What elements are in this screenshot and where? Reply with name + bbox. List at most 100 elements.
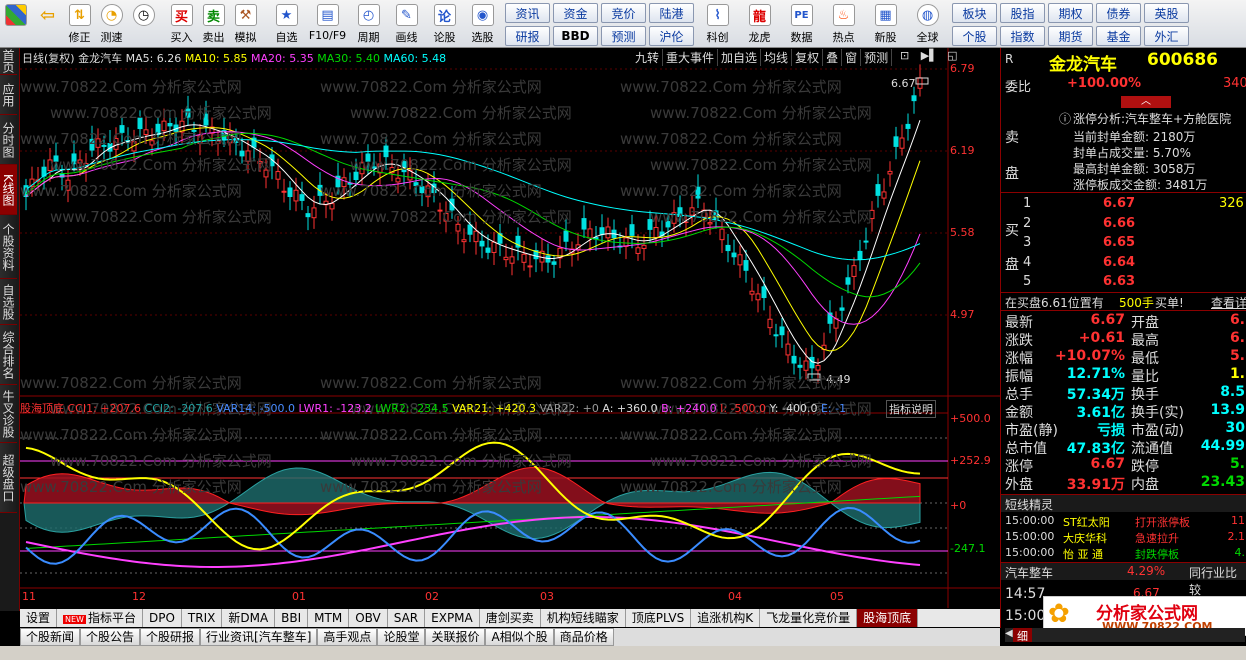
collapse-chevron-icon[interactable]: ︿ — [1121, 96, 1171, 108]
news-tab-3[interactable]: 行业资讯[汽车整车] — [200, 628, 318, 646]
market-btn-2[interactable]: 期权 — [1048, 3, 1093, 23]
left-tab-0[interactable]: 首页 — [0, 48, 17, 75]
market-btn-1[interactable]: 股指 — [1000, 3, 1045, 23]
longhu-button[interactable]: 龍龙虎 — [739, 0, 781, 47]
chart-btn-2[interactable]: 加自选 — [718, 49, 762, 66]
chart-nav-icons[interactable]: ⊡ ▶▌ ◱ — [900, 49, 958, 62]
market-btn-0[interactable]: 板块 — [952, 3, 997, 23]
indicator-tab-0[interactable]: 设置 — [20, 609, 58, 627]
chart-btn-6[interactable]: 窗 — [842, 49, 862, 66]
info-btn-7[interactable]: 沪伦 — [649, 26, 694, 46]
indicator-tab-12[interactable]: 顶底PLVS — [626, 609, 692, 627]
indicator-tab-4[interactable]: 新DMA — [222, 609, 276, 627]
detail-tab[interactable]: 细 — [1013, 628, 1032, 643]
watchlist-button[interactable]: ★ 自选 — [268, 0, 306, 47]
indicator-tab-14[interactable]: 飞龙量化竞价量 — [760, 609, 858, 627]
back-button[interactable]: ⇦ — [32, 0, 64, 47]
left-tab-7[interactable]: 牛叉诊股 — [0, 385, 17, 443]
left-tab-5[interactable]: 自选股 — [0, 279, 17, 325]
global-button[interactable]: ◍ 全球 — [907, 0, 949, 47]
market-btn-3[interactable]: 债券 — [1096, 3, 1141, 23]
news-tab-4[interactable]: 高手观点 — [317, 628, 378, 646]
left-tab-3[interactable]: K线图 — [0, 165, 17, 215]
chart-btn-5[interactable]: 叠 — [823, 49, 843, 66]
left-tab-4[interactable]: 个股资料 — [0, 215, 17, 279]
sector-name[interactable]: 汽车整车 — [1005, 564, 1053, 581]
info-btn-0[interactable]: 资讯 — [505, 3, 550, 23]
info-btn-4[interactable]: 研报 — [505, 26, 550, 46]
market-btn-4[interactable]: 英股 — [1144, 3, 1189, 23]
bid-level-2[interactable]: 2 6.66 — [1001, 216, 1246, 234]
stock-select-button[interactable]: ◉ 选股 — [464, 0, 502, 47]
indicator-tab-5[interactable]: BBI — [275, 609, 309, 627]
market-btn-5[interactable]: 个股 — [952, 26, 997, 46]
sell-button[interactable]: 卖卖出 — [198, 0, 230, 47]
prev-icon[interactable]: ◀ — [1005, 628, 1013, 639]
chart-area[interactable]: 日线(复权) 金龙汽车 MA5: 6.26 MA10: 5.85 MA20: 5… — [20, 48, 1000, 611]
ipo-button[interactable]: ▦ 新股 — [865, 0, 907, 47]
chart-btn-0[interactable]: 九转 — [632, 49, 664, 66]
bid-level-4[interactable]: 4 6.64 — [1001, 255, 1246, 273]
info-btn-3[interactable]: 陆港 — [649, 3, 694, 23]
market-btn-7[interactable]: 期货 — [1048, 26, 1093, 46]
lock-icon[interactable]: ⊡ — [900, 49, 909, 62]
indicator-tab-3[interactable]: TRIX — [182, 609, 223, 627]
draw-line-button[interactable]: ✎ 画线 — [388, 0, 426, 47]
news-tab-0[interactable]: 个股新闻 — [20, 628, 81, 646]
info-btn-2[interactable]: 竞价 — [601, 3, 646, 23]
indicator-explain-button[interactable]: 指标说明 — [886, 400, 936, 418]
news-tab-2[interactable]: 个股研报 — [140, 628, 201, 646]
indicator-tab-2[interactable]: DPO — [143, 609, 182, 627]
discuss-button[interactable]: 论论股 — [426, 0, 464, 47]
view-detail-link[interactable]: 查看详 — [1211, 294, 1246, 311]
chart-btn-4[interactable]: 复权 — [792, 49, 824, 66]
hotspot-button[interactable]: ♨ 热点 — [823, 0, 865, 47]
market-btn-9[interactable]: 外汇 — [1144, 26, 1189, 46]
indicator-tab-8[interactable]: SAR — [388, 609, 426, 627]
news-tab-1[interactable]: 个股公告 — [80, 628, 141, 646]
indicator-tab-11[interactable]: 机构短线瞄家 — [541, 609, 626, 627]
fix-button[interactable]: ⇅ 修正 — [64, 0, 96, 47]
info-btn-5[interactable]: BBD — [553, 26, 598, 46]
buy-button[interactable]: 买买入 — [166, 0, 198, 47]
chart-btn-1[interactable]: 重大事件 — [663, 49, 719, 66]
indicator-tab-9[interactable]: EXPMA — [425, 609, 480, 627]
kechuang-button[interactable]: ⌇ 科创 — [697, 0, 739, 47]
indicator-tab-15[interactable]: 股海顶底 — [857, 609, 919, 627]
play-next-icon[interactable]: ▶▌ — [921, 49, 938, 62]
chart-btn-7[interactable]: 预测 — [861, 49, 893, 66]
chart-btn-3[interactable]: 均线 — [761, 49, 793, 66]
left-tab-1[interactable]: 应用 — [0, 75, 17, 115]
bid-level-1[interactable]: 1 6.67 326 — [1001, 196, 1246, 214]
dragon-icon: 龍 — [748, 4, 771, 26]
indicator-tab-7[interactable]: OBV — [349, 609, 388, 627]
f10-button[interactable]: ▤ F10/F9 — [306, 0, 350, 47]
market-btn-8[interactable]: 基金 — [1096, 26, 1141, 46]
a-label: A: +360.0 — [602, 402, 658, 415]
expand-icon[interactable]: ◱ — [947, 49, 957, 62]
left-tab-2[interactable]: 分时图 — [0, 115, 17, 165]
cycle-button[interactable]: ◴ 周期 — [350, 0, 388, 47]
simulate-button[interactable]: ⚒ 模拟 — [230, 0, 262, 47]
info-btn-1[interactable]: 资金 — [553, 3, 598, 23]
left-tab-6[interactable]: 综合排名 — [0, 325, 17, 385]
speedtest2-button[interactable]: ◷ — [128, 0, 160, 47]
info-btn-6[interactable]: 预测 — [601, 26, 646, 46]
news-tab-7[interactable]: A相似个股 — [485, 628, 554, 646]
news-tab-8[interactable]: 商品价格 — [553, 628, 614, 646]
menu-grid-button[interactable] — [0, 0, 32, 47]
indicator-tab-13[interactable]: 追涨机构K — [691, 609, 761, 627]
left-tab-8[interactable]: 超级盘口 — [0, 443, 17, 513]
bid-level-3[interactable]: 3 6.65 — [1001, 235, 1246, 253]
market-btn-6[interactable]: 指数 — [1000, 26, 1045, 46]
indicator-tab-6[interactable]: MTM — [308, 609, 350, 627]
data-button[interactable]: PE 数据 — [781, 0, 823, 47]
speedtest-button[interactable]: ◔ 测速 — [96, 0, 128, 47]
stat-row-8: 涨停 6.67 跌停 5. — [1005, 456, 1245, 475]
indicator-tab-10[interactable]: 唐剑买卖 — [480, 609, 541, 627]
news-tab-6[interactable]: 关联报价 — [425, 628, 486, 646]
indicator-tab-1[interactable]: NEW 指标平台 — [57, 609, 143, 627]
indicator-axis-3: +0 — [950, 499, 967, 512]
news-tab-5[interactable]: 论股堂 — [377, 628, 426, 646]
bid-level-5[interactable]: 5 6.63 — [1001, 274, 1246, 292]
